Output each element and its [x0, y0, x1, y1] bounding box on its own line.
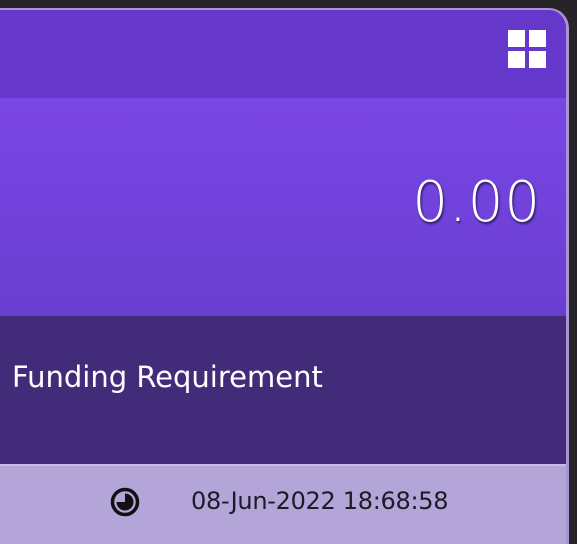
funding-requirement-widget: 0.00 Funding Requirement 08-Jun-2022 18:… — [0, 8, 569, 544]
grid-icon[interactable] — [508, 30, 546, 68]
last-updated-timestamp: 08-Jun-2022 18:68:58 — [191, 487, 449, 515]
grid-icon-square — [529, 51, 546, 68]
grid-icon-square — [529, 30, 546, 47]
metric-label: Funding Requirement — [12, 360, 323, 394]
label-band: Funding Requirement — [0, 316, 566, 464]
metric-value: 0.00 — [412, 170, 541, 235]
grid-icon-square — [508, 51, 525, 68]
widget-header — [0, 10, 566, 98]
widget-footer: 08-Jun-2022 18:68:58 — [0, 464, 566, 544]
clock-icon — [110, 487, 140, 517]
value-band: 0.00 — [0, 98, 566, 316]
grid-icon-square — [508, 30, 525, 47]
